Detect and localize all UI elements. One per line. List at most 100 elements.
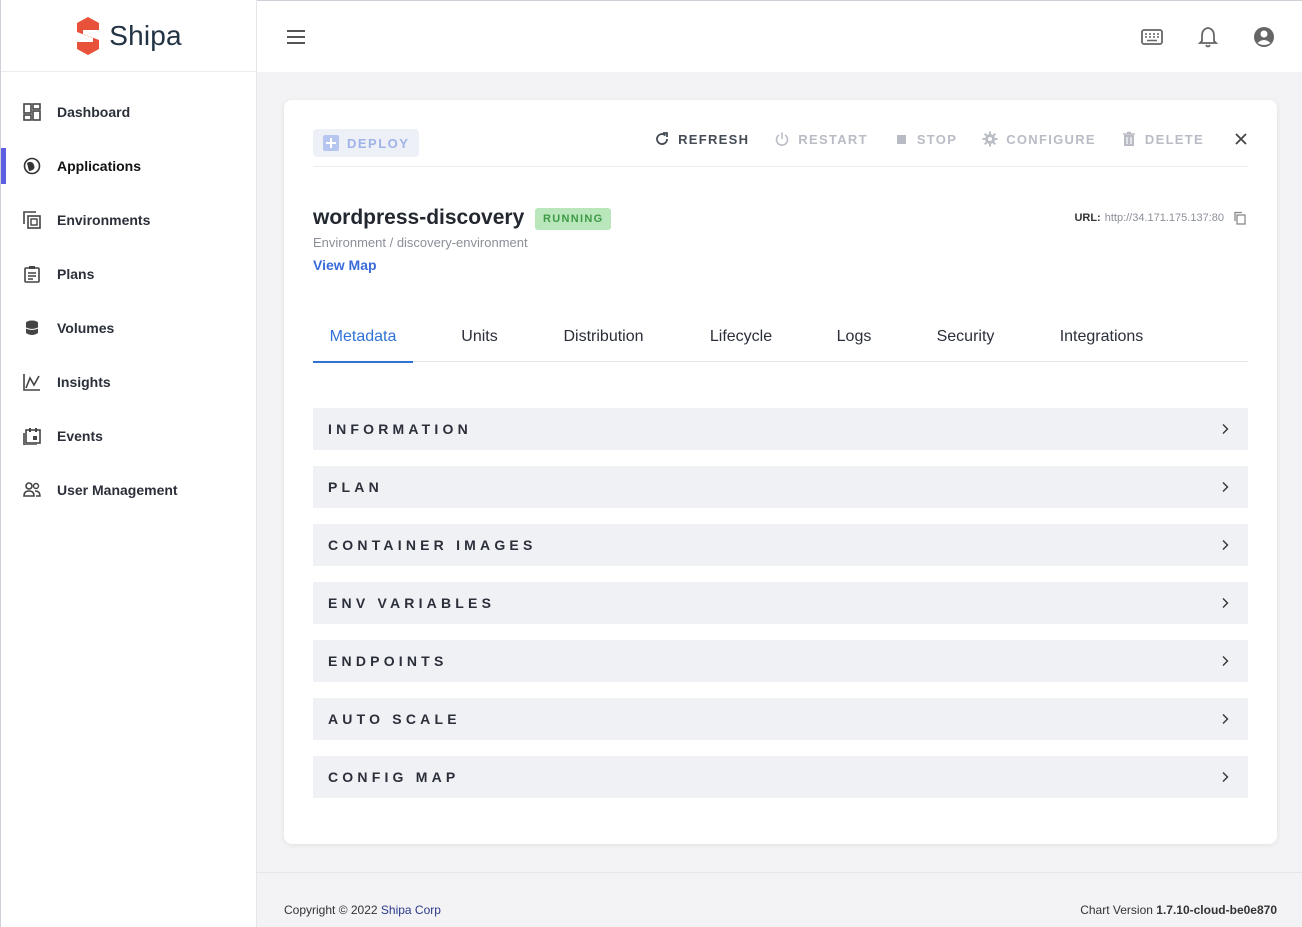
refresh-button[interactable]: REFRESH (654, 131, 749, 147)
chart-version-value: 1.7.10-cloud-be0e870 (1156, 903, 1277, 917)
plans-icon (23, 265, 41, 283)
restart-label: RESTART (798, 131, 868, 147)
sidebar-item-dashboard[interactable]: Dashboard (1, 85, 256, 139)
tab-metadata[interactable]: Metadata (313, 311, 413, 363)
top-bar (257, 0, 1302, 72)
footer-divider (257, 872, 1302, 873)
stop-button[interactable]: STOP (893, 131, 957, 147)
topbar-actions (1140, 25, 1276, 49)
section-label: INFORMATION (328, 421, 472, 437)
sidebar-item-label: Plans (57, 266, 95, 282)
footer-chart-version: Chart Version 1.7.10-cloud-be0e870 (1080, 903, 1277, 917)
sidebar-item-label: Dashboard (57, 104, 131, 120)
detail-tabs: Metadata Units Distribution Lifecycle Lo… (313, 311, 1248, 363)
sidebar-item-applications[interactable]: Applications (1, 139, 256, 193)
section-env-variables[interactable]: ENV VARIABLES (313, 582, 1248, 624)
deploy-label: DEPLOY (347, 135, 410, 151)
tab-lifecycle[interactable]: Lifecycle (661, 311, 821, 362)
account-icon[interactable] (1252, 25, 1276, 49)
section-config-map[interactable]: CONFIG MAP (313, 756, 1248, 798)
refresh-icon (656, 132, 668, 145)
sidebar-nav: Dashboard Applications Environments Plan… (1, 85, 256, 517)
chart-version-label: Chart Version (1080, 903, 1153, 917)
plus-icon (323, 135, 339, 151)
tab-integrations[interactable]: Integrations (1044, 311, 1159, 362)
sidebar-item-environments[interactable]: Environments (1, 193, 256, 247)
section-label: CONTAINER IMAGES (328, 537, 537, 553)
environment-breadcrumb: Environment / discovery-environment (313, 235, 528, 250)
section-container-images[interactable]: CONTAINER IMAGES (313, 524, 1248, 566)
tab-logs[interactable]: Logs (821, 311, 887, 362)
sidebar-item-label: Insights (57, 374, 111, 390)
tab-distribution[interactable]: Distribution (546, 311, 661, 362)
view-map-link[interactable]: View Map (313, 257, 377, 273)
section-label: ENDPOINTS (328, 653, 448, 669)
keyboard-icon[interactable] (1140, 25, 1164, 49)
stop-label: STOP (916, 131, 958, 147)
deploy-button[interactable]: DEPLOY (313, 129, 420, 157)
application-detail-card: DEPLOY REFRESH RESTART STOP CONFIGURE DE… (284, 100, 1277, 844)
section-plan[interactable]: PLAN (313, 466, 1248, 508)
chevron-right-icon (1222, 656, 1229, 666)
chevron-right-icon (1222, 772, 1229, 782)
logo[interactable]: Shipa (1, 0, 256, 72)
bell-icon[interactable] (1196, 25, 1220, 49)
brand-name: Shipa (109, 19, 182, 51)
footer-copyright: Copyright © 2022 Shipa Corp (284, 903, 441, 917)
chevron-right-icon (1222, 598, 1229, 608)
sidebar-item-label: Events (57, 428, 103, 444)
configure-label: CONFIGURE (1006, 131, 1096, 147)
restart-button[interactable]: RESTART (774, 131, 868, 147)
status-badge: RUNNING (535, 208, 612, 230)
shipa-logo-icon (77, 16, 100, 55)
sidebar-item-label: Environments (57, 212, 151, 228)
delete-button[interactable]: DELETE (1121, 131, 1204, 147)
power-icon (776, 132, 789, 146)
section-auto-scale[interactable]: AUTO SCALE (313, 698, 1248, 740)
trash-icon (1122, 131, 1135, 146)
environments-icon (23, 211, 41, 229)
copyright-text: Copyright © 2022 (284, 903, 378, 917)
dashboard-icon (23, 103, 41, 121)
app-name: wordpress-discovery (313, 206, 525, 229)
tab-security[interactable]: Security (887, 311, 1044, 362)
copy-icon[interactable] (1233, 211, 1247, 225)
chevron-right-icon (1222, 482, 1229, 492)
menu-icon[interactable] (285, 27, 307, 47)
action-buttons: REFRESH RESTART STOP CONFIGURE DELETE (629, 131, 1248, 147)
section-endpoints[interactable]: ENDPOINTS (313, 640, 1248, 682)
applications-icon (23, 157, 41, 175)
sidebar-item-plans[interactable]: Plans (1, 247, 256, 301)
sidebar-item-user-management[interactable]: User Management (1, 463, 256, 517)
app-url: URL: http://34.171.175.137:80 (1074, 211, 1247, 225)
url-value[interactable]: http://34.171.175.137:80 (1105, 212, 1224, 224)
section-label: ENV VARIABLES (328, 595, 496, 611)
events-icon (23, 427, 41, 445)
section-label: PLAN (328, 479, 383, 495)
section-label: AUTO SCALE (328, 711, 461, 727)
action-toolbar: DEPLOY REFRESH RESTART STOP CONFIGURE DE… (313, 128, 1248, 167)
section-information[interactable]: INFORMATION (313, 408, 1248, 450)
sidebar-item-label: User Management (57, 482, 178, 498)
sidebar-item-insights[interactable]: Insights (1, 355, 256, 409)
metadata-sections: INFORMATION PLAN CONTAINER IMAGES ENV VA… (313, 408, 1248, 814)
stop-icon (896, 135, 906, 144)
url-label: URL: (1074, 212, 1101, 224)
users-icon (23, 481, 41, 499)
company-link[interactable]: Shipa Corp (381, 903, 441, 917)
close-icon[interactable] (1234, 132, 1248, 146)
tab-units[interactable]: Units (413, 311, 546, 362)
sidebar-item-events[interactable]: Events (1, 409, 256, 463)
volumes-icon (23, 319, 41, 337)
sidebar-item-label: Applications (57, 158, 142, 174)
sidebar-item-volumes[interactable]: Volumes (1, 301, 256, 355)
sidebar-item-label: Volumes (57, 320, 115, 336)
chevron-right-icon (1222, 540, 1229, 550)
delete-label: DELETE (1144, 131, 1204, 147)
gear-icon (982, 131, 998, 147)
section-label: CONFIG MAP (328, 769, 460, 785)
insights-icon (23, 373, 41, 391)
configure-button[interactable]: CONFIGURE (982, 131, 1096, 147)
chevron-right-icon (1222, 424, 1229, 434)
refresh-label: REFRESH (678, 131, 750, 147)
